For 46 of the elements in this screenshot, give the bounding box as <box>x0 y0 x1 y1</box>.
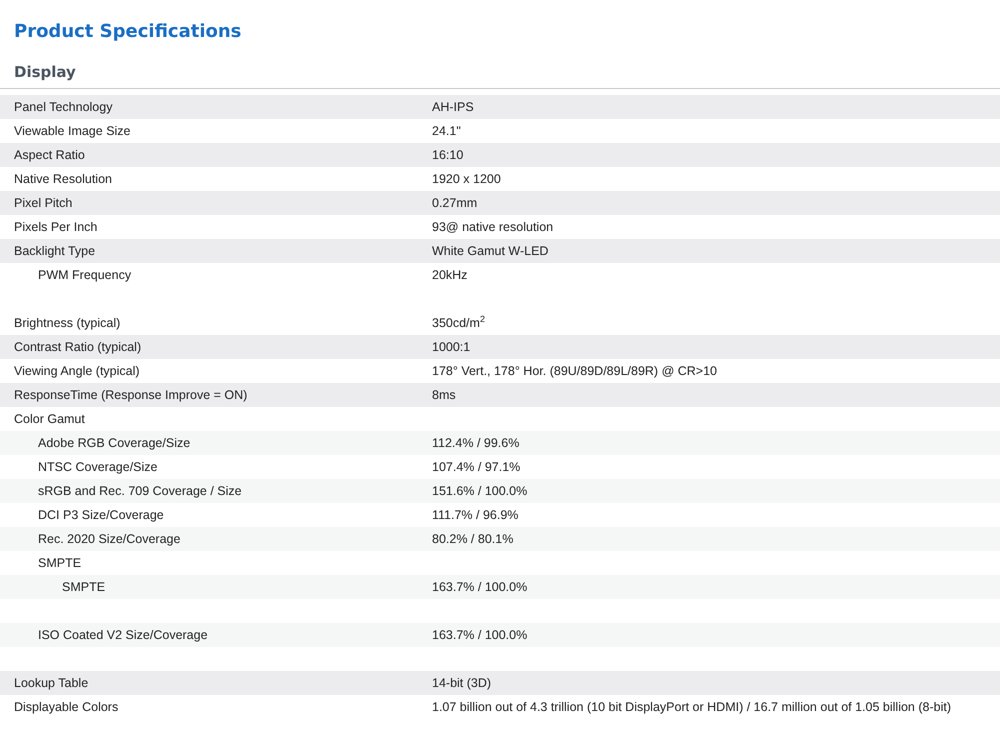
spec-label: Viewable Image Size <box>14 124 131 138</box>
spec-label: Backlight Type <box>14 244 96 258</box>
spec-label: SMPTE <box>38 556 82 570</box>
spec-value: 163.7% / 100.0% <box>432 580 528 594</box>
spec-value: 24.1" <box>432 124 461 138</box>
spec-label: DCI P3 Size/Coverage <box>38 508 164 522</box>
spec-label: ISO Coated V2 Size/Coverage <box>38 628 208 642</box>
spec-value: 350cd/m$^{2}$ <box>432 316 485 330</box>
spec-label: Rec. 2020 Size/Coverage <box>38 532 180 546</box>
spec-value: 112.4% / 99.6% <box>432 436 520 450</box>
spec-value: 8ms <box>432 388 456 402</box>
spec-value: 178° Vert., 178° Hor. (89U/89D/89L/89R) @ CR>10 <box>432 364 717 378</box>
spec-value: 1.07 billion out of 4.3 trillion (10 bit DisplayPort or HDMI) / 16.7 million out of 1.05 billion (8-bit) <box>432 700 951 714</box>
spec-value: 93@ native resolution <box>432 220 554 234</box>
spec-label: Displayable Colors <box>14 700 118 714</box>
spec-value: 111.7% / 96.9% <box>432 508 518 522</box>
spec-value: 1920 x 1200 <box>432 172 501 186</box>
spec-value: 163.7% / 100.0% <box>432 628 528 642</box>
spec-label: PWM Frequency <box>38 268 132 282</box>
spec-label: Viewing Angle (typical) <box>14 364 140 378</box>
spec-label: Lookup Table <box>14 676 88 690</box>
spec-value: AH-IPS <box>432 100 474 114</box>
section-title: Display <box>0 45 1000 89</box>
spec-value: 0.27mm <box>432 196 478 210</box>
spec-label: Aspect Ratio <box>14 148 85 162</box>
spec-value: 16:10 <box>432 148 464 162</box>
spec-label: Panel Technology <box>14 100 112 114</box>
spec-label: Pixel Pitch <box>14 196 72 210</box>
spec-value: 151.6% / 100.0% <box>432 484 528 498</box>
spec-label: SMPTE <box>62 580 106 594</box>
spec-label: sRGB and Rec. 709 Coverage / Size <box>38 484 242 498</box>
spec-value: White Gamut W-LED <box>432 244 548 258</box>
spec-value: 107.4% / 97.1% <box>432 460 520 474</box>
spec-label: NTSC Coverage/Size <box>38 460 158 474</box>
spec-label: Color Gamut <box>14 412 85 426</box>
spec-label: Brightness (typical) <box>14 316 120 330</box>
spec-label: Pixels Per Inch <box>14 220 98 234</box>
spec-label: Contrast Ratio (typical) <box>14 340 142 354</box>
page-title: Product Specifications <box>13 20 242 44</box>
spec-value: 14-bit (3D) <box>432 676 492 690</box>
spec-value: 80.2% / 80.1% <box>432 532 514 546</box>
spec-label: Native Resolution <box>14 172 112 186</box>
spec-label: Adobe RGB Coverage/Size <box>38 436 190 450</box>
spec-value: 20kHz <box>432 268 468 282</box>
spec-value: 1000:1 <box>432 340 470 354</box>
spec-label: ResponseTime (Response Improve = ON) <box>14 388 248 402</box>
